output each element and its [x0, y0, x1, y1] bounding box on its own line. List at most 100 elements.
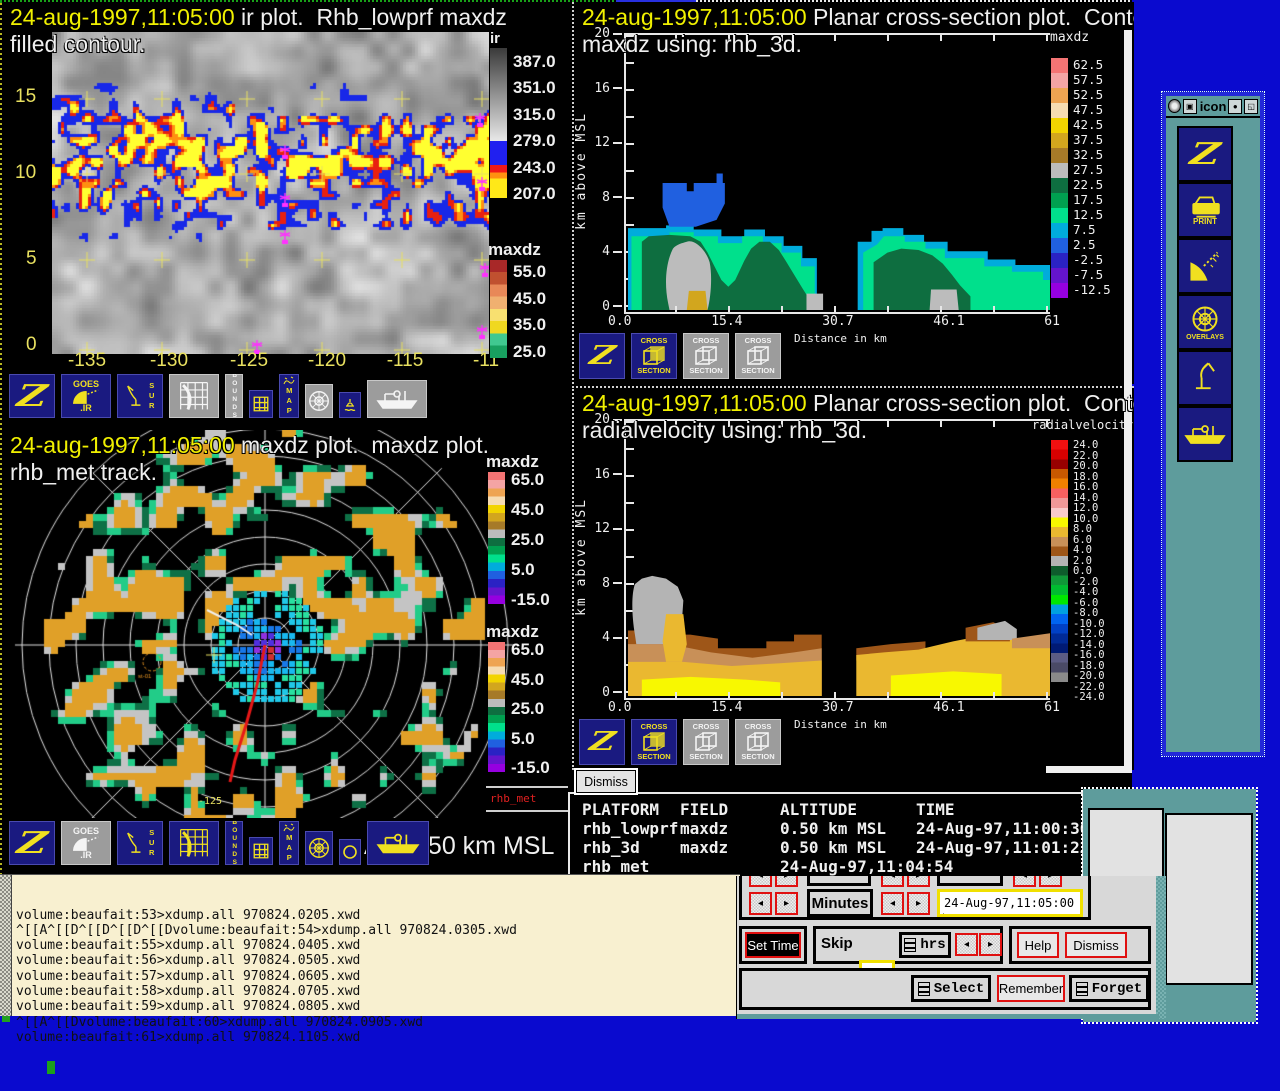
cross-section-button[interactable]: CROSSSECTION: [734, 718, 782, 766]
minutes-back-button[interactable]: ◂: [749, 892, 772, 915]
icon-window-titlebar[interactable]: ▣ icon ● ◱: [1166, 96, 1260, 118]
platform-info-panel: PLATFORM FIELD ALTITUDE TIME rhb_lowprf …: [568, 792, 1084, 878]
divider: [486, 810, 568, 812]
ship-button[interactable]: [1177, 406, 1233, 462]
help-button[interactable]: Help: [1017, 932, 1059, 958]
stepper-button[interactable]: ◂: [1013, 876, 1036, 887]
minutes-button[interactable]: Minutes: [807, 889, 873, 917]
xsec-radial-colorbar-label: radialvelocity: [1032, 418, 1133, 432]
antenna-button[interactable]: [1177, 350, 1233, 406]
cross-section-button[interactable]: CROSSSECTION: [734, 332, 782, 380]
zebra-logo-icon[interactable]: Z: [1177, 126, 1233, 182]
time-unit-button[interactable]: [807, 876, 871, 886]
background-window-panel: [1165, 813, 1253, 985]
xterm-window[interactable]: volume:beaufait:53>xdump.all 970824.0205…: [0, 874, 740, 1016]
zebra-logo-icon[interactable]: Z: [578, 718, 626, 766]
skip-forward-button[interactable]: ▸: [979, 933, 1002, 956]
zebra-logo-icon[interactable]: Z: [8, 820, 56, 866]
map-button[interactable]: MAP: [278, 373, 300, 419]
goes-ir-button[interactable]: GOES.IR: [60, 373, 112, 419]
info-dismiss-button[interactable]: Dismiss: [576, 770, 636, 793]
zebra-logo-icon[interactable]: Z: [8, 373, 56, 419]
ir-y-tick: 15: [15, 86, 36, 108]
radar-ppi-display[interactable]: [2, 430, 568, 818]
xsec-maxdz-plot[interactable]: [624, 33, 1050, 314]
maximize-icon[interactable]: ◱: [1244, 99, 1258, 114]
info-cell: 24-Aug-97,11:04:54: [780, 857, 916, 876]
minutes-forward-button[interactable]: ▸: [775, 892, 798, 915]
ship-track-button[interactable]: [366, 379, 428, 419]
cross-section-button-active[interactable]: CROSSSECTION: [630, 332, 678, 380]
map-button[interactable]: MAP: [278, 820, 300, 866]
overlays-rings-button[interactable]: [304, 830, 334, 866]
xsec-maxdz-colorbar-label: maxdz: [1050, 30, 1089, 45]
skip-label: Skip: [821, 935, 853, 952]
minutes-forward-button2[interactable]: ▸: [907, 892, 930, 915]
radar-colorbar1-ticks: 65.045.025.05.0-15.0: [511, 470, 550, 610]
small-grid-button[interactable]: [248, 836, 274, 866]
dismiss-button[interactable]: Dismiss: [1065, 932, 1127, 958]
goes-ir-button[interactable]: GOES.IR: [60, 820, 112, 866]
xsec-radial-plot[interactable]: [624, 419, 1050, 700]
cross-section-button[interactable]: CROSSSECTION: [682, 332, 730, 380]
xsec-radial-colorbar: [1051, 440, 1068, 682]
menu-icon: [904, 938, 916, 952]
stepper-button[interactable]: ▸: [907, 876, 930, 887]
window-button-icon[interactable]: ▣: [1183, 99, 1197, 114]
satellite-ir-image[interactable]: [52, 32, 489, 354]
iconify-icon[interactable]: ●: [1228, 99, 1242, 114]
stepper-button[interactable]: ◂: [749, 876, 772, 887]
cross-section-button-active[interactable]: CROSSSECTION: [630, 718, 678, 766]
xsec-maxdz-y-ticks: 201612840: [588, 26, 622, 314]
small-grid-button[interactable]: [248, 389, 274, 419]
xsec-maxdz-toolbar: Z CROSSSECTION CROSSSECTION CROSSSECTION: [578, 332, 782, 380]
surveillance-radar-button[interactable]: SUR: [116, 820, 164, 866]
xsec-maxdz-colorbar-ticks: 62.557.552.547.542.537.532.527.522.517.5…: [1073, 58, 1111, 298]
zebra-main-window: 24-aug-1997,11:05:00 ir plot. Rhb_lowprf…: [0, 0, 1132, 884]
ir-y-tick: 10: [15, 162, 36, 184]
skip-back-button[interactable]: ◂: [955, 933, 978, 956]
surveillance-radar-button[interactable]: SUR: [116, 373, 164, 419]
grid-overlay-button[interactable]: [168, 373, 220, 419]
time-field[interactable]: 24-Aug-97,11:05:00‸: [937, 889, 1083, 917]
select-button[interactable]: Select: [911, 975, 991, 1002]
buoy-button[interactable]: [338, 391, 362, 419]
ir-panel-title: 24-aug-1997,11:05:00 ir plot. Rhb_lowprf…: [10, 4, 507, 31]
forget-button[interactable]: Forget: [1069, 975, 1149, 1002]
xsec-radial-toolbar: Z CROSSSECTION CROSSSECTION CROSSSECTION: [578, 718, 782, 766]
window-menu-icon[interactable]: [1168, 99, 1181, 113]
remember-button[interactable]: Remember: [997, 975, 1065, 1002]
grid-overlay-button[interactable]: [168, 820, 220, 866]
cross-section-button[interactable]: CROSSSECTION: [682, 718, 730, 766]
overlays-rings-button[interactable]: [304, 383, 334, 419]
info-cell: maxdz: [680, 838, 780, 857]
radar-colorbar2: [488, 642, 505, 772]
terminal-scrollbar[interactable]: [0, 875, 12, 1016]
info-cell: 0.50 km MSL: [780, 819, 916, 838]
xsec-radial-title: 24-aug-1997,11:05:00 Planar cross-sectio…: [582, 390, 1134, 417]
overlays-button[interactable]: OVERLAYS: [1177, 294, 1233, 350]
ir-satellite-panel: 24-aug-1997,11:05:00 ir plot. Rhb_lowprf…: [2, 2, 570, 426]
set-time-button[interactable]: Set Time: [745, 932, 801, 958]
info-cell: [916, 857, 1089, 876]
stepper-button[interactable]: ◂: [881, 876, 904, 887]
print-button[interactable]: PRINT: [1177, 182, 1233, 238]
divider: [486, 786, 568, 788]
stepper-button[interactable]: ▸: [1039, 876, 1062, 887]
ir-colorbar-label: ir: [490, 30, 500, 47]
ship-track-button[interactable]: [366, 820, 430, 866]
zebra-logo-icon[interactable]: Z: [578, 332, 626, 380]
minutes-back-button2[interactable]: ◂: [881, 892, 904, 915]
xsec-maxdz-title: 24-aug-1997,11:05:00 Planar cross-sectio…: [582, 4, 1134, 31]
skip-units-dropdown[interactable]: hrs: [899, 932, 951, 958]
bounds-button[interactable]: BOUNDS: [224, 820, 244, 866]
circle-overlay-button[interactable]: [338, 838, 362, 866]
radar-colorbar2-label: maxdz: [486, 622, 539, 642]
radar-beam-button[interactable]: [1177, 238, 1233, 294]
terminal-lines: volume:beaufait:53>xdump.all 970824.0205…: [16, 908, 517, 1046]
bounds-button[interactable]: BOUNDS: [224, 373, 244, 419]
xsec-maxdz-xlabel: Distance in km: [794, 332, 887, 345]
time-unit-button[interactable]: [937, 876, 1003, 886]
radar-colorbar1: [488, 472, 505, 604]
stepper-button[interactable]: ▸: [775, 876, 798, 887]
